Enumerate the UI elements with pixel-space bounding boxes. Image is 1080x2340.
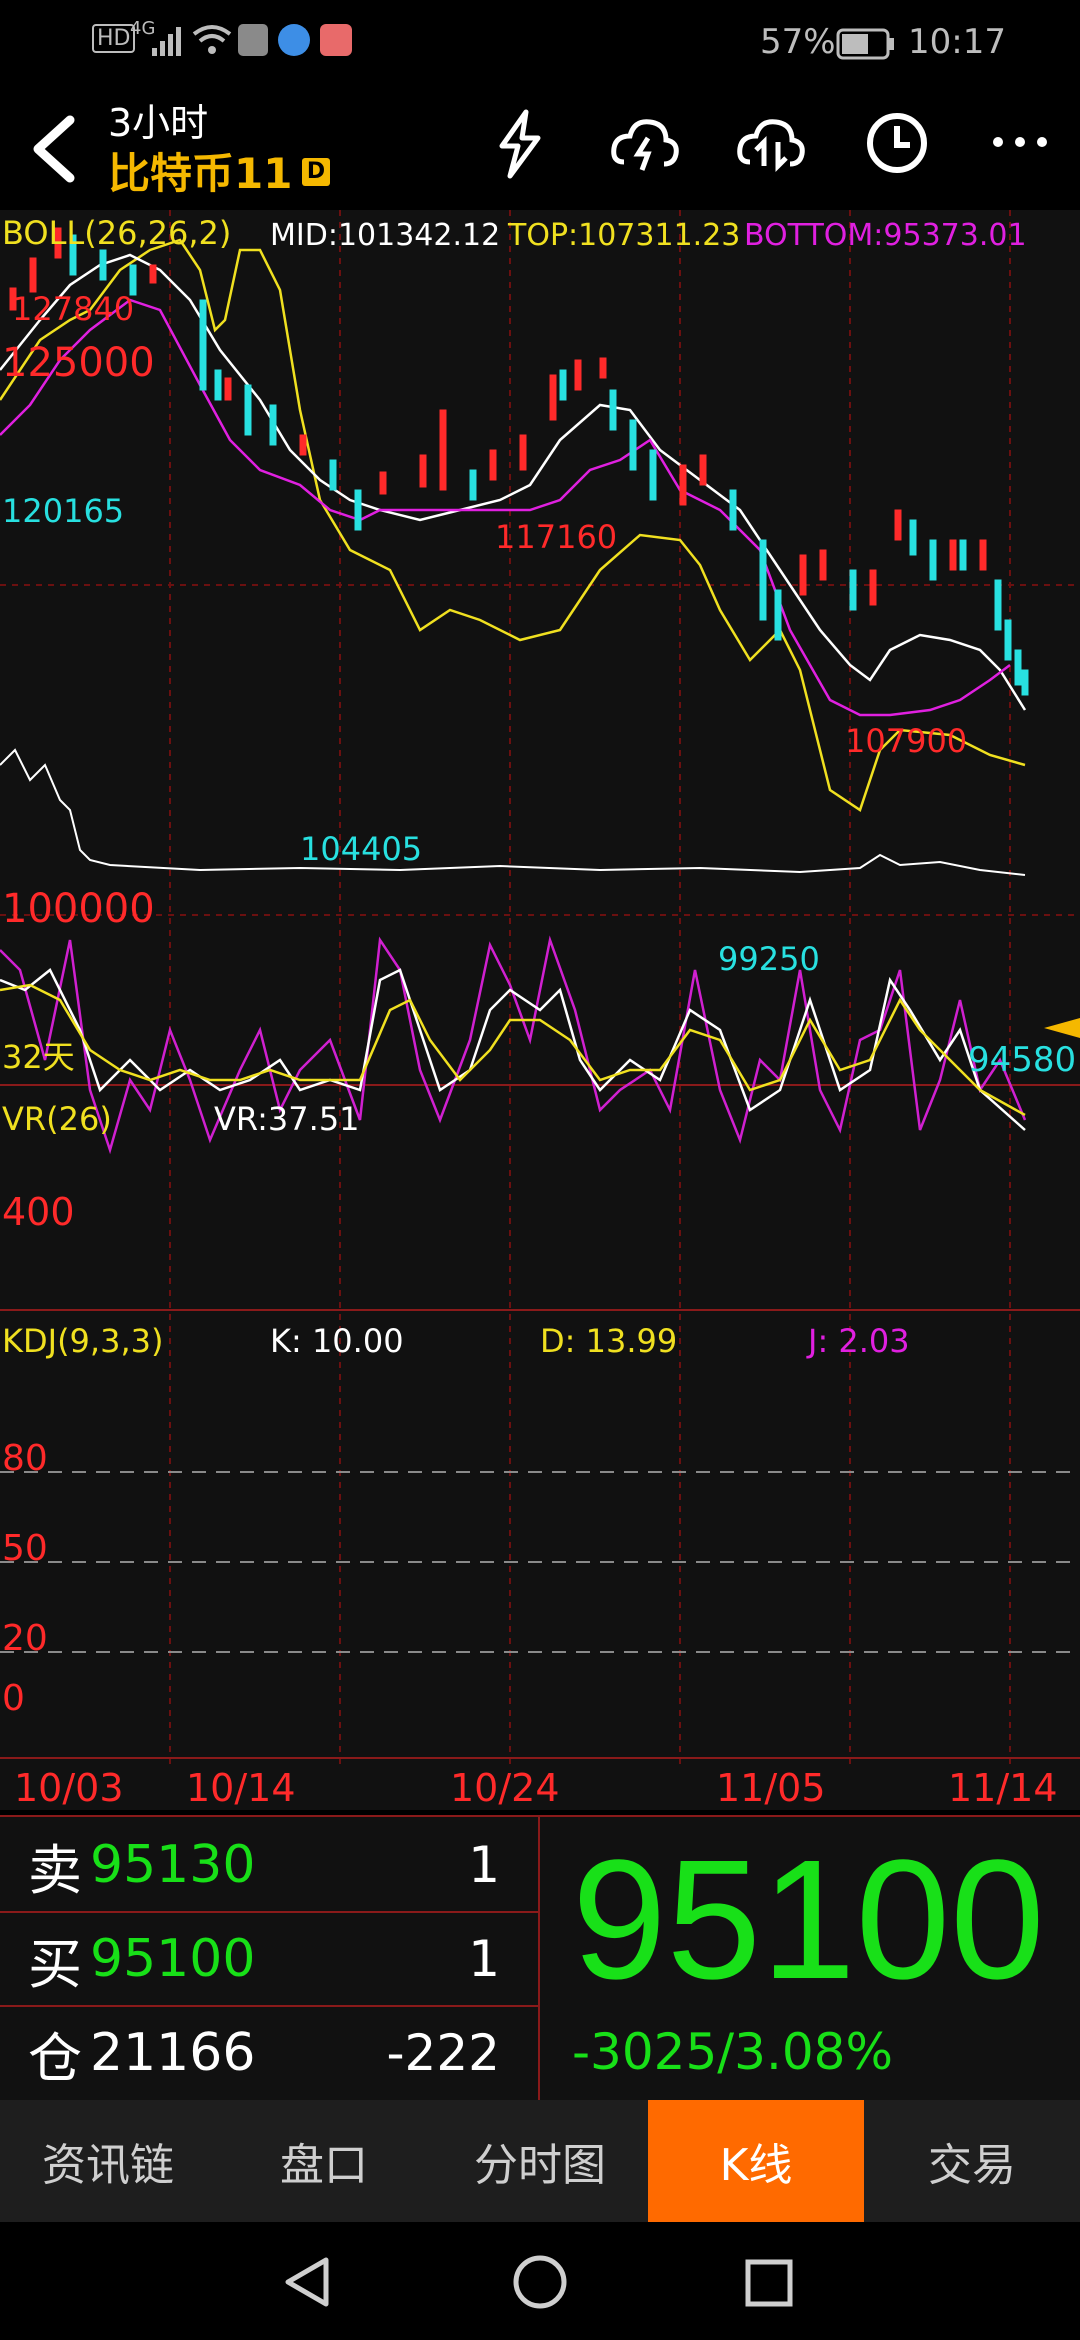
- boll-top-value: TOP:107311.23: [508, 218, 741, 253]
- kdj-level-0: 0: [2, 1678, 25, 1719]
- boll-mid-value: MID:101342.12: [270, 218, 501, 253]
- bottom-tabs: 资讯链 盘口 分时图 K线 交易: [0, 2100, 1080, 2222]
- wifi-icon: [192, 25, 232, 54]
- kline-chart-svg[interactable]: [0, 210, 1080, 1810]
- more-menu-icon[interactable]: [990, 134, 1050, 150]
- app-notification-icon: [238, 24, 268, 56]
- contract-name[interactable]: 比特币11: [108, 140, 292, 201]
- oi-change: -222: [386, 2024, 500, 2082]
- candlesticks: [9, 227, 1029, 696]
- period-title[interactable]: 3小时: [108, 92, 208, 147]
- kdj-level-20: 20: [2, 1618, 48, 1659]
- signal-icon: [152, 27, 181, 56]
- kline-chart-panel[interactable]: BOLL(26,26,2) MID:101342.12 TOP:107311.2…: [0, 210, 1080, 1810]
- nav-home-icon[interactable]: [512, 2254, 568, 2310]
- kdj-k-value: K: 10.00: [270, 1322, 404, 1360]
- vr-line: [0, 748, 1026, 876]
- high-price-label: 127840: [12, 290, 135, 328]
- kdj-label: KDJ(9,3,3): [2, 1322, 164, 1360]
- low-price-label-2: 104405: [300, 830, 423, 868]
- history-clock-icon[interactable]: [864, 110, 930, 176]
- bid-label: 买: [28, 1932, 82, 1996]
- price-change: -3025/3.08%: [572, 2023, 893, 2081]
- cloud-sync-icon[interactable]: [736, 114, 806, 174]
- last-low-price-label: 94580: [968, 1040, 1077, 1080]
- battery-percent: 57%: [760, 22, 836, 62]
- battery-icon: [836, 28, 894, 60]
- kdj-j-line: [0, 935, 1027, 1155]
- cloud-flash-icon[interactable]: [610, 114, 680, 174]
- open-interest-row: 仓 21166 -222: [0, 2007, 540, 2099]
- tab-orderbook[interactable]: 盘口: [216, 2100, 432, 2222]
- date-label-4: 11/05: [716, 1766, 826, 1810]
- boll-label: BOLL(26,26,2): [2, 214, 232, 252]
- nav-back-icon[interactable]: [282, 2256, 334, 2308]
- low-price-label-3: 99250: [718, 940, 820, 978]
- tab-news[interactable]: 资讯链: [0, 2100, 216, 2222]
- kdj-level-50: 50: [2, 1528, 48, 1569]
- date-label-1: 10/03: [14, 1766, 124, 1810]
- browser-notification-icon: [278, 24, 310, 56]
- bid-price: 95100: [90, 1929, 256, 1989]
- clock: 10:17: [908, 22, 1006, 62]
- kdj-d-value: D: 13.99: [540, 1322, 678, 1360]
- store-notification-icon: [320, 24, 352, 56]
- contract-badge: D: [302, 158, 330, 186]
- tab-kline[interactable]: K线: [648, 2100, 864, 2222]
- kdj-level-80: 80: [2, 1438, 48, 1479]
- low-price-label-1: 120165: [2, 492, 125, 530]
- oi-label: 仓: [28, 2026, 82, 2090]
- high-price-label-3: 107900: [845, 722, 968, 760]
- flash-order-icon[interactable]: [490, 108, 550, 180]
- hd-indicator: HD: [92, 24, 136, 53]
- back-icon[interactable]: [26, 114, 82, 184]
- axis-label-100000: 100000: [2, 886, 155, 932]
- axis-label-125000: 125000: [2, 340, 155, 386]
- date-label-5: 11/14: [948, 1766, 1058, 1810]
- system-nav-bar: [0, 2222, 1080, 2340]
- ask-row[interactable]: 卖 95130 1: [0, 1819, 540, 1911]
- ask-label: 卖: [28, 1838, 82, 1902]
- last-price: 95100: [572, 1825, 1045, 2015]
- tab-trade[interactable]: 交易: [864, 2100, 1080, 2222]
- vr-level-label: 400: [2, 1190, 75, 1234]
- boll-bottom-value: BOTTOM:95373.01: [744, 218, 1027, 253]
- date-label-2: 10/14: [186, 1766, 296, 1810]
- quote-panel: 卖 95130 1 买 95100 1 仓 21166 -222 95100 -…: [0, 1815, 1080, 2105]
- app-header: 3小时 比特币11 D: [0, 90, 1080, 210]
- nav-recents-icon[interactable]: [744, 2258, 794, 2308]
- bid-qty: 1: [468, 1930, 500, 1988]
- tab-timeshare[interactable]: 分时图: [432, 2100, 648, 2222]
- current-price-marker-icon: [1044, 1018, 1080, 1038]
- status-bar: HD 4G 57% 10:17: [0, 0, 1080, 90]
- ask-qty: 1: [468, 1836, 500, 1894]
- vr-value: VR:37.51: [214, 1100, 360, 1138]
- span-label: 32天: [2, 1038, 75, 1076]
- kdj-j-value: J: 2.03: [808, 1322, 910, 1360]
- date-label-3: 10/24: [450, 1766, 560, 1810]
- oi-value: 21166: [90, 2023, 256, 2083]
- ask-price: 95130: [90, 1835, 256, 1895]
- vr-label: VR(26): [2, 1100, 112, 1138]
- bid-row[interactable]: 买 95100 1: [0, 1913, 540, 2005]
- boll-mid-line: [0, 253, 1027, 711]
- high-price-label-2: 117160: [495, 518, 618, 556]
